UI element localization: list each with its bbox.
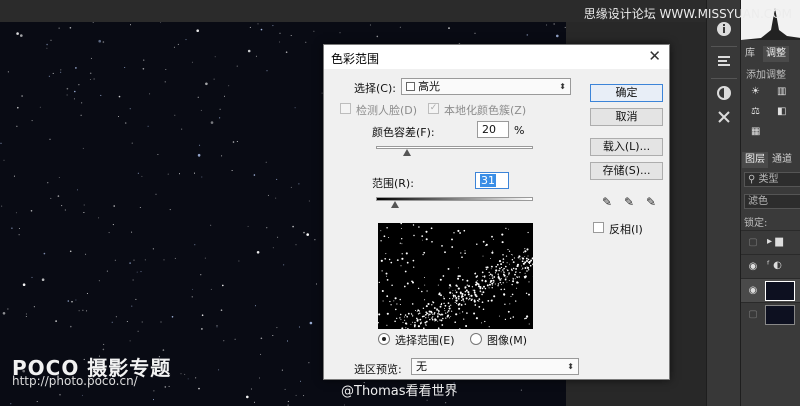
eyedropper-minus-icon[interactable]: ✎: [644, 195, 658, 209]
select-label: 选择(C):: [354, 82, 396, 95]
image-radio-label: 图像(M): [487, 334, 528, 347]
site-watermark: 思缘设计论坛 WWW.MISSYUAN.COM: [583, 7, 792, 21]
adjustment-layer-icon: ᶠ ◐: [767, 260, 782, 271]
range-slider-thumb[interactable]: [390, 201, 399, 208]
range-input[interactable]: 31: [475, 172, 509, 189]
divider: [711, 46, 737, 47]
selection-radio-label: 选择范围(E): [395, 334, 455, 347]
eye-icon[interactable]: ◉: [747, 261, 759, 273]
selection-radio[interactable]: [378, 333, 390, 345]
folder-icon: ▸ ▆: [767, 236, 783, 247]
invert-checkbox[interactable]: [593, 222, 604, 233]
visibility-box-icon[interactable]: ▢: [747, 237, 759, 249]
fuzziness-input[interactable]: 20: [477, 121, 509, 138]
divider: [711, 78, 737, 79]
eye-icon[interactable]: ◉: [747, 285, 759, 297]
layer-thumbnail: [765, 281, 795, 301]
fuzziness-slider-track[interactable]: [376, 146, 533, 149]
ok-button[interactable]: 确定: [590, 84, 663, 102]
eyedropper-plus-icon[interactable]: ✎: [622, 195, 636, 209]
detect-faces-label: 检测人脸(D): [356, 104, 418, 117]
balance-icon[interactable]: ⚖: [751, 106, 760, 117]
fuzziness-slider-thumb[interactable]: [403, 149, 412, 156]
eyedropper-icon[interactable]: ✎: [600, 195, 614, 209]
add-adjustment-label: 添加调整: [746, 70, 786, 81]
detect-faces-checkbox[interactable]: [340, 103, 351, 114]
fuzziness-unit: %: [514, 124, 525, 137]
chevron-updown-icon: ⬍: [559, 82, 566, 91]
preview-value: 无: [416, 360, 427, 373]
bw-icon[interactable]: ◧: [777, 106, 786, 117]
select-value: 高光: [418, 80, 440, 93]
filter-kind-label: 类型: [758, 174, 779, 185]
select-dropdown[interactable]: 高光 ⬍: [401, 78, 571, 95]
chevron-updown-icon: ⬍: [567, 362, 574, 371]
range-label: 范围(R):: [372, 177, 414, 190]
tab-channels[interactable]: 通道: [769, 152, 795, 168]
dialog-title: 色彩范围: [331, 52, 380, 66]
fuzziness-label: 颜色容差(F):: [372, 126, 435, 139]
tab-layers[interactable]: 图层: [742, 152, 768, 168]
close-icon[interactable]: ✕: [648, 48, 661, 64]
photoshop-window: 库 调整 添加调整 ☀ ▥ ⚖ ◧ ▦ 图层 通道 ⚲ 类型 滤色 锁定: ▢ …: [0, 0, 800, 406]
poco-url: http://photo.poco.cn/: [12, 374, 138, 388]
grid-icon[interactable]: ▦: [751, 126, 760, 137]
range-slider-track[interactable]: [376, 197, 533, 201]
visibility-box-icon[interactable]: ▢: [747, 309, 759, 321]
mask-preview-image: [378, 223, 533, 329]
load-button[interactable]: 载入(L)...: [590, 138, 663, 156]
author-watermark: @Thomas看看世界: [341, 384, 458, 399]
search-icon: ⚲: [748, 174, 759, 185]
blend-mode-select[interactable]: 滤色: [744, 194, 800, 209]
localized-clusters-checkbox[interactable]: ✓: [428, 103, 439, 114]
right-panel: 库 调整 添加调整 ☀ ▥ ⚖ ◧ ▦ 图层 通道 ⚲ 类型 滤色 锁定: ▢ …: [740, 0, 800, 406]
cancel-button[interactable]: 取消: [590, 108, 663, 126]
brightness-icon[interactable]: ☀: [751, 86, 760, 97]
localized-clusters-label: 本地化颜色簇(Z): [444, 104, 527, 117]
invert-label: 反相(I): [609, 223, 643, 236]
layer-filter-select[interactable]: ⚲ 类型: [744, 172, 800, 187]
layer-row[interactable]: ◉ ᶠ ◐: [741, 254, 800, 278]
layer-thumbnail: [765, 305, 795, 325]
layer-row[interactable]: ▢: [741, 302, 800, 326]
tools-icon[interactable]: [713, 106, 735, 128]
color-swatch: [406, 82, 415, 91]
levels-icon[interactable]: ▥: [777, 86, 786, 97]
layer-row[interactable]: ◉: [741, 278, 800, 302]
tab-adjust[interactable]: 调整: [763, 46, 789, 62]
selection-preview-dropdown[interactable]: 无 ⬍: [411, 358, 579, 375]
layer-row[interactable]: ▢ ▸ ▆: [741, 230, 800, 254]
save-button[interactable]: 存储(S)...: [590, 162, 663, 180]
properties-icon[interactable]: [713, 50, 735, 72]
selection-preview: [378, 223, 533, 329]
selection-preview-label: 选区预览:: [354, 363, 402, 376]
panel-icon-column: [706, 0, 740, 406]
dialog-titlebar[interactable]: 色彩范围 ✕: [324, 45, 669, 69]
lock-label: 锁定:: [744, 218, 768, 229]
adjust-icon[interactable]: [713, 82, 735, 104]
image-radio[interactable]: [470, 333, 482, 345]
color-range-dialog: 色彩范围 ✕ 选择(C): 高光 ⬍ 检测人脸(D) ✓ 本地化颜色簇(Z) 颜…: [323, 44, 670, 380]
range-value: 31: [480, 174, 496, 187]
tab-library[interactable]: 库: [742, 46, 758, 62]
